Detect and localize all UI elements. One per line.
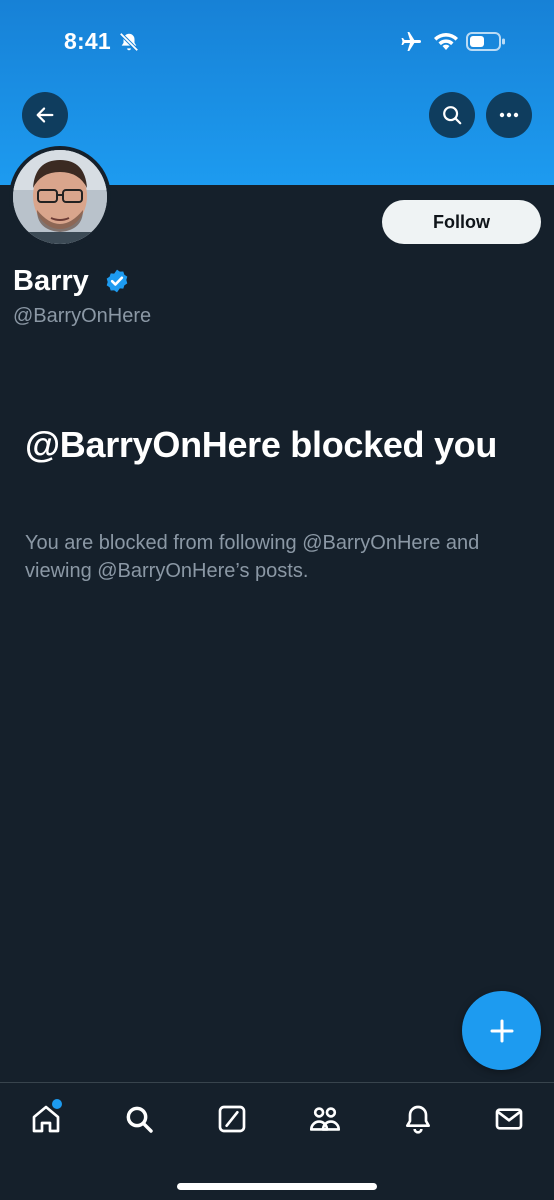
blocked-title: @BarryOnHere blocked you [25, 424, 498, 465]
airplane-icon [401, 32, 421, 51]
nav-communities[interactable] [303, 1099, 347, 1139]
follow-button[interactable]: Follow [382, 200, 541, 244]
plus-icon [490, 1019, 513, 1042]
nav-home[interactable] [24, 1099, 68, 1139]
profile-handle: @BarryOnHere [13, 305, 152, 327]
more-options-button[interactable] [486, 92, 532, 138]
notifications-bell-icon [406, 1105, 430, 1134]
search-icon [443, 106, 462, 125]
status-time: 8:41 [64, 28, 111, 54]
blocked-description: You are blocked from following @BarryOnH… [25, 532, 480, 582]
compose-post-button[interactable] [462, 991, 541, 1070]
avatar[interactable] [9, 146, 111, 248]
bell-muted-icon [119, 32, 139, 52]
bottom-navigation [0, 1082, 554, 1200]
display-name: Barry [13, 265, 89, 297]
more-horizontal-icon [499, 112, 519, 118]
verified-badge-icon[interactable] [104, 268, 130, 294]
battery-icon [466, 32, 505, 51]
nav-notifications[interactable] [396, 1099, 440, 1139]
communities-icon [309, 1107, 341, 1131]
nav-search[interactable] [117, 1099, 161, 1139]
back-button[interactable] [22, 92, 68, 138]
search-icon [126, 1106, 153, 1133]
avatar-image [13, 150, 107, 244]
arrow-left-icon [36, 107, 54, 123]
home-indicator[interactable] [177, 1183, 377, 1190]
messages-envelope-icon [495, 1108, 523, 1130]
home-notification-dot [52, 1099, 62, 1109]
wifi-icon [434, 33, 458, 50]
grok-icon [218, 1105, 246, 1133]
nav-messages[interactable] [487, 1099, 531, 1139]
search-button[interactable] [429, 92, 475, 138]
nav-grok[interactable] [210, 1099, 254, 1139]
